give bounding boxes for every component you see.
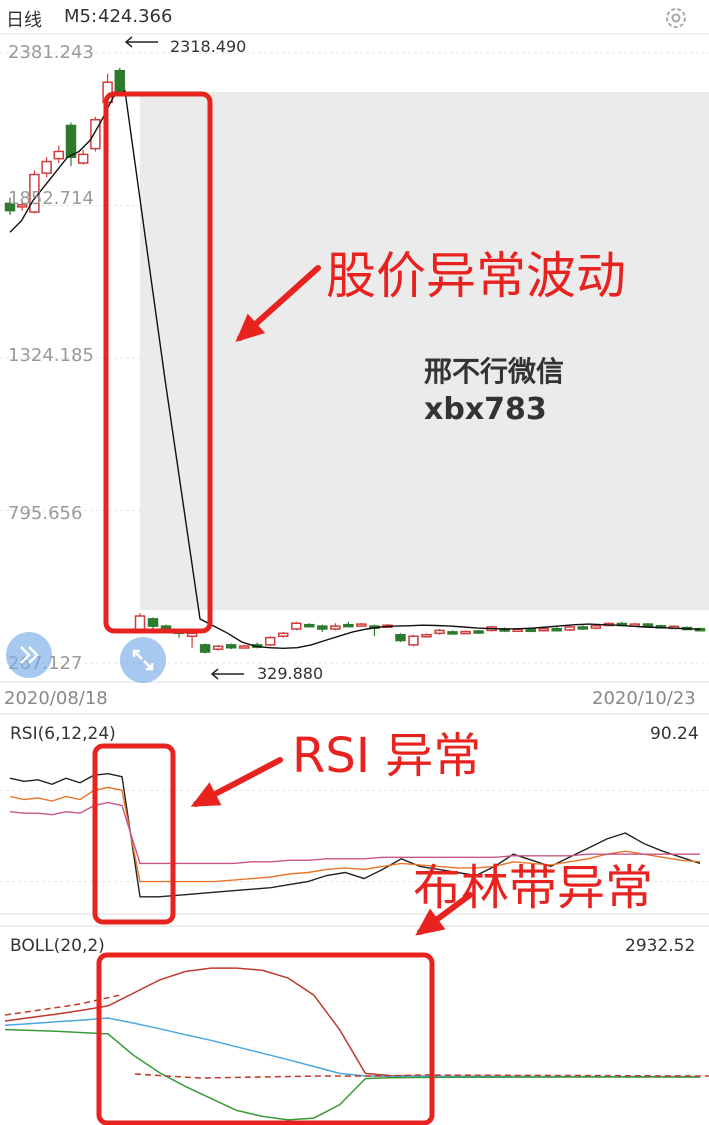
- candle-body: [551, 627, 562, 632]
- watermark-line1: 邢不行微信: [424, 355, 565, 388]
- low-marker-arrow: [210, 668, 244, 680]
- zoom-reset-button[interactable]: [120, 637, 166, 683]
- candle-body: [65, 124, 77, 158]
- candle-body: [434, 629, 445, 635]
- candle-body: [577, 626, 589, 630]
- candle-body: [147, 618, 159, 627]
- candle-body: [460, 630, 471, 635]
- rsi-highlight-box: [92, 743, 176, 925]
- expand-icon: [132, 649, 154, 671]
- candle-body: [278, 632, 289, 637]
- rsi-anomaly-label: RSI 异常: [292, 728, 482, 784]
- boll-price-trace: [4, 994, 121, 1016]
- scroll-left-button[interactable]: [6, 632, 52, 678]
- candle-body: [264, 636, 276, 646]
- candle-body: [212, 645, 224, 650]
- candle-body: [395, 634, 406, 642]
- double-chevron-icon: [20, 646, 39, 664]
- candle-body: [538, 627, 549, 632]
- boll-anomaly-label: 布林带异常: [413, 860, 654, 916]
- candle-body: [41, 160, 52, 174]
- rsi-title: RSI(6,12,24): [10, 724, 116, 744]
- price-anomaly-label: 股价异常波动: [326, 247, 626, 305]
- candle-body: [525, 628, 536, 633]
- high-marker-arrow: [124, 36, 158, 48]
- candle-body: [77, 153, 89, 164]
- candle-body: [134, 615, 146, 632]
- candle-body: [238, 645, 250, 649]
- candle-body: [53, 150, 65, 160]
- x-label-start: 2020/08/18: [4, 688, 108, 709]
- candle-body: [512, 628, 523, 633]
- chart-stage: 日线 M5: 424.366 2381.243 1852.714 1324.18…: [0, 0, 709, 1125]
- candle-body: [447, 631, 458, 635]
- candle-body: [225, 644, 237, 649]
- ma5-label: M5:: [64, 6, 98, 27]
- candle-body: [642, 623, 654, 627]
- ma5-value: 424.366: [98, 6, 173, 27]
- candle-body: [473, 630, 484, 634]
- y-tick-label: 795.656: [8, 503, 83, 524]
- gear-icon[interactable]: [662, 4, 690, 32]
- candle-body: [304, 623, 315, 628]
- candle-body: [90, 118, 101, 150]
- candle-body: [317, 625, 328, 630]
- candle-body: [186, 632, 198, 637]
- candle-body: [330, 625, 341, 630]
- rsi-value: 90.24: [650, 724, 699, 744]
- candle-body: [590, 625, 602, 629]
- y-tick-label: 1324.185: [8, 345, 94, 366]
- chart-canvas: [0, 33, 709, 1125]
- candle-body: [421, 634, 432, 638]
- candle-body: [356, 623, 367, 627]
- candle-body: [114, 69, 126, 92]
- boll-highlight-box: [96, 952, 435, 1125]
- boll-value: 2932.52: [625, 936, 696, 956]
- y-tick-label: 1852.714: [8, 188, 94, 209]
- candle-body: [343, 623, 354, 628]
- boll-series-line: [4, 1017, 701, 1078]
- high-marker-label: 2318.490: [170, 37, 247, 56]
- boll-title: BOLL(20,2): [10, 936, 105, 956]
- candle-body: [199, 644, 211, 653]
- candle-body: [408, 635, 419, 646]
- watermark-line2: xbx783: [424, 392, 547, 427]
- y-tick-label: 2381.243: [8, 42, 94, 63]
- x-label-end: 2020/10/23: [592, 688, 696, 709]
- candle-body: [564, 626, 576, 631]
- boll-series-line: [4, 967, 701, 1078]
- candle-body: [291, 622, 302, 630]
- low-marker-label: 329.880: [257, 664, 324, 683]
- period-label[interactable]: 日线: [6, 6, 42, 32]
